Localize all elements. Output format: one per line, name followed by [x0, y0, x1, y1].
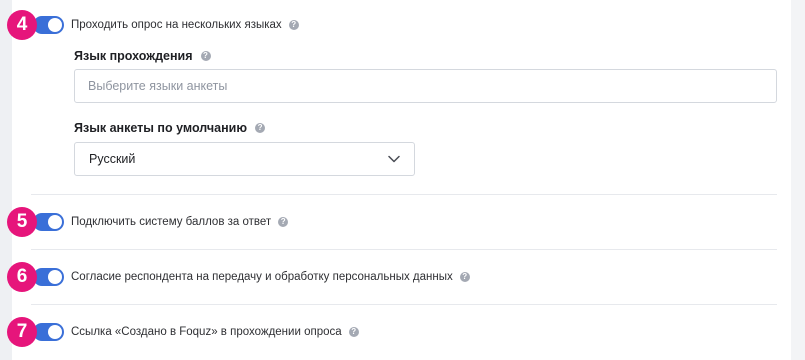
divider	[31, 304, 777, 305]
toggle-scoring[interactable]	[33, 213, 64, 231]
chevron-down-icon	[388, 155, 400, 163]
option-personal-data-consent-label: Согласие респондента на передачу и обраб…	[71, 271, 453, 283]
option-multilanguage: Проходить опрос на нескольких языках ?	[71, 16, 299, 34]
option-personal-data-consent: Согласие респондента на передачу и обраб…	[71, 268, 470, 286]
option-scoring: Подключить систему баллов за ответ ?	[71, 213, 289, 231]
toggle-foquz-link[interactable]	[33, 323, 64, 341]
divider	[31, 194, 777, 195]
question-circle-icon[interactable]: ?	[459, 272, 470, 282]
languages-label-text: Язык прохождения	[74, 49, 193, 63]
question-circle-icon[interactable]: ?	[200, 51, 211, 61]
toggle-knob	[48, 325, 62, 339]
option-multilanguage-label: Проходить опрос на нескольких языках	[71, 19, 282, 31]
option-scoring-label: Подключить систему баллов за ответ	[71, 216, 272, 228]
languages-field-label: Язык прохождения ?	[74, 47, 211, 65]
languages-input[interactable]	[74, 69, 777, 103]
divider	[31, 249, 777, 250]
option-foquz-link-label: Ссылка «Создано в Foquz» в прохождении о…	[71, 326, 342, 338]
toggle-knob	[48, 270, 62, 284]
default-language-select[interactable]: Русский	[74, 142, 415, 176]
toggle-knob	[48, 18, 62, 32]
toggle-multilanguage[interactable]	[33, 16, 64, 34]
step-badge-6: 6	[7, 262, 37, 292]
option-foquz-link: Ссылка «Создано в Foquz» в прохождении о…	[71, 323, 359, 341]
default-language-label-text: Язык анкеты по умолчанию	[74, 121, 248, 135]
step-badge-4: 4	[7, 10, 37, 40]
scrollbar-track[interactable]	[791, 0, 805, 360]
default-language-value: Русский	[89, 152, 136, 166]
question-circle-icon[interactable]: ?	[255, 123, 266, 133]
toggle-personal-data-consent[interactable]	[33, 268, 64, 286]
step-badge-7: 7	[7, 317, 37, 347]
step-badge-5: 5	[7, 207, 37, 237]
default-language-field-label: Язык анкеты по умолчанию ?	[74, 119, 266, 137]
question-circle-icon[interactable]: ?	[278, 217, 289, 227]
question-circle-icon[interactable]: ?	[288, 20, 299, 30]
toggle-knob	[48, 215, 62, 229]
question-circle-icon[interactable]: ?	[348, 327, 359, 337]
